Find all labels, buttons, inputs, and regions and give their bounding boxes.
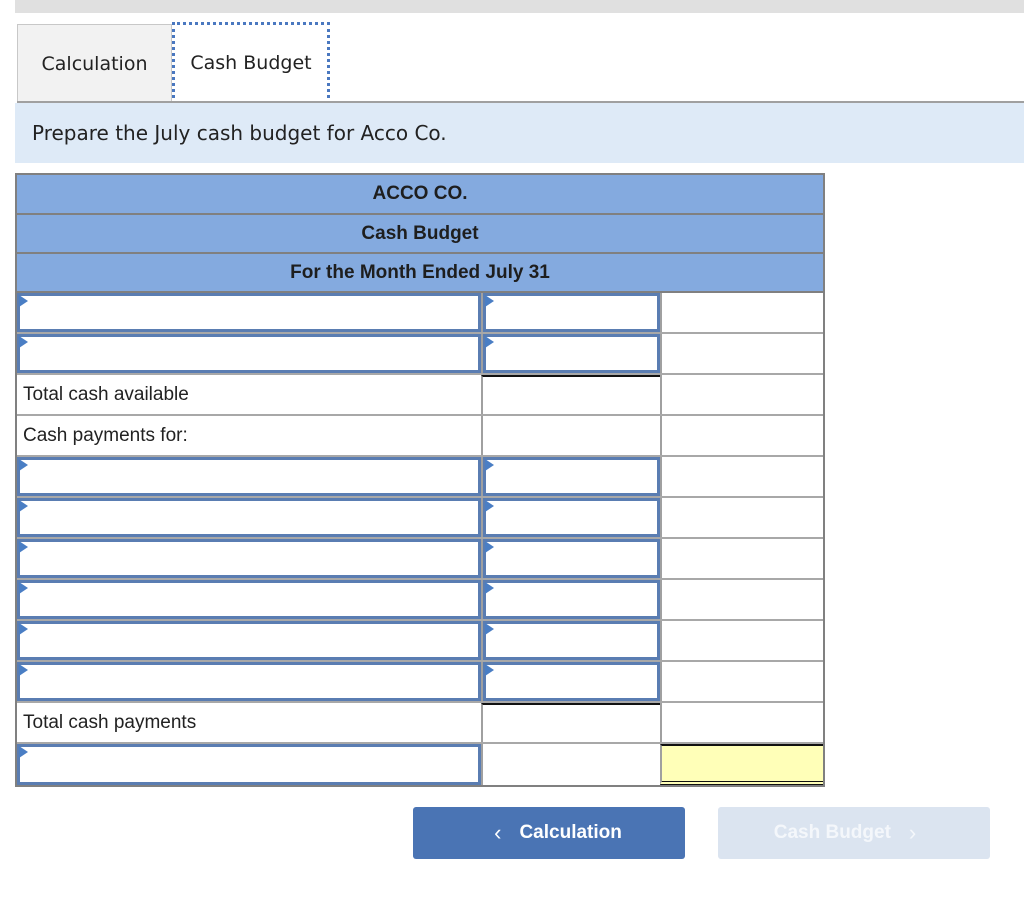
tab-cash-budget[interactable]: Cash Budget: [172, 22, 330, 104]
table-row: [17, 293, 823, 334]
label-dropdown[interactable]: [17, 539, 481, 578]
amount-input[interactable]: [483, 662, 660, 701]
amount-cell: [481, 703, 660, 742]
label-dropdown[interactable]: [17, 662, 481, 701]
tab-label: Calculation: [41, 52, 148, 75]
cash-payments-for-label: Cash payments for:: [23, 424, 188, 446]
label-dropdown[interactable]: [17, 498, 481, 537]
top-bar: [15, 0, 1024, 13]
prev-button-label: Calculation: [519, 822, 622, 843]
amount-input[interactable]: [483, 293, 660, 332]
statement-title: Cash Budget: [17, 215, 823, 254]
amount-input[interactable]: [483, 498, 660, 537]
total-cell: [660, 293, 823, 332]
company-name: ACCO CO.: [17, 175, 823, 215]
label-dropdown[interactable]: [17, 457, 481, 496]
tab-calculation[interactable]: Calculation: [17, 24, 172, 102]
ending-balance-amount[interactable]: [660, 744, 823, 785]
total-cell: [660, 621, 823, 660]
label-dropdown[interactable]: [17, 621, 481, 660]
table-row: [17, 498, 823, 539]
amount-input[interactable]: [483, 621, 660, 660]
chevron-right-icon: ›: [908, 820, 917, 845]
total-cell: [660, 416, 823, 455]
amount-input[interactable]: [483, 334, 660, 373]
total-cell: [660, 498, 823, 537]
tab-label: Cash Budget: [190, 52, 312, 74]
amount-cell: [481, 416, 660, 455]
total-cell: [660, 334, 823, 373]
amount-cell: [481, 744, 660, 785]
amount-input[interactable]: [483, 539, 660, 578]
table-row: [17, 744, 823, 785]
chevron-left-icon: ‹: [494, 820, 502, 845]
table-row: [17, 662, 823, 703]
table-row: [17, 580, 823, 621]
table-row: Total cash available: [17, 375, 823, 416]
total-cell: [660, 580, 823, 619]
label-dropdown[interactable]: [17, 334, 481, 373]
table-row: [17, 457, 823, 498]
total-cash-available-amount[interactable]: [481, 375, 660, 414]
instruction-text: Prepare the July cash budget for Acco Co…: [15, 103, 1024, 163]
prev-calculation-button[interactable]: ‹ Calculation: [413, 807, 685, 859]
next-button-label: Cash Budget: [773, 822, 891, 843]
amount-input[interactable]: [483, 457, 660, 496]
ending-balance-dropdown[interactable]: [17, 744, 481, 785]
amount-input[interactable]: [483, 580, 660, 619]
total-cash-payments-label: Total cash payments: [23, 711, 197, 733]
total-cell[interactable]: [660, 375, 823, 414]
cash-budget-table: ACCO CO. Cash Budget For the Month Ended…: [15, 173, 825, 787]
next-cash-budget-button[interactable]: Cash Budget ›: [718, 807, 990, 859]
total-cash-payments-amount[interactable]: [660, 703, 823, 742]
total-cell: [660, 539, 823, 578]
total-cell: [660, 457, 823, 496]
label-dropdown[interactable]: [17, 293, 481, 332]
table-row: Cash payments for:: [17, 416, 823, 457]
table-row: [17, 621, 823, 662]
table-row: [17, 539, 823, 580]
total-cell: [660, 662, 823, 701]
statement-period: For the Month Ended July 31: [17, 254, 823, 293]
table-row: [17, 334, 823, 375]
label-dropdown[interactable]: [17, 580, 481, 619]
total-cash-available-label: Total cash available: [23, 383, 189, 405]
table-row: Total cash payments: [17, 703, 823, 744]
